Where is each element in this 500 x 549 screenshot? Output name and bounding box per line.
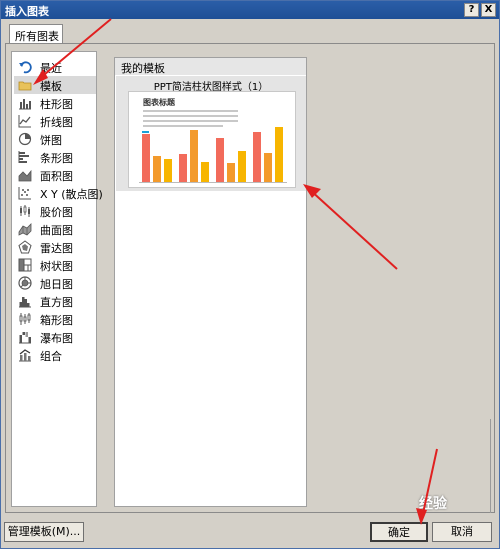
- close-button[interactable]: X: [481, 3, 496, 17]
- category-radar[interactable]: 雷达图: [14, 238, 96, 256]
- cancel-button[interactable]: 取消: [432, 522, 492, 542]
- template-preview-image: 图表标题: [139, 97, 287, 183]
- template-card[interactable]: PPT简洁柱状图样式（1） 图表标题: [116, 76, 306, 191]
- dialog-title: 插入图表: [5, 5, 49, 18]
- help-button[interactable]: ?: [464, 3, 479, 17]
- category-histogram[interactable]: 直方图: [14, 292, 96, 310]
- histogram-chart-icon: [19, 297, 31, 308]
- stock-chart-icon: [20, 205, 30, 217]
- preview-title: 图表标题: [143, 97, 176, 107]
- category-bar-label: 条形图: [40, 152, 73, 165]
- watermark-logo: 经验: [419, 496, 447, 512]
- category-pie-label: 饼图: [40, 134, 62, 147]
- tab-all-charts-label: 所有图表: [15, 30, 59, 43]
- my-templates-header: 我的模板: [115, 58, 306, 75]
- radar-chart-icon: [18, 240, 32, 254]
- category-treemap[interactable]: 树状图: [14, 256, 96, 274]
- treemap-chart-icon: [18, 258, 32, 272]
- category-column[interactable]: 柱形图: [14, 94, 96, 112]
- title-bar: 插入图表 ? X: [1, 1, 499, 19]
- scatter-chart-icon: [18, 187, 31, 200]
- folder-icon: [18, 81, 32, 91]
- category-templates[interactable]: 模板: [14, 76, 96, 94]
- category-sunburst-label: 旭日图: [40, 278, 73, 291]
- box-chart-icon: [19, 313, 31, 325]
- combo-chart-icon: [19, 349, 31, 362]
- category-surface[interactable]: 曲面图: [14, 220, 96, 238]
- surface-chart-icon: [18, 223, 32, 236]
- category-area-label: 面积图: [40, 170, 73, 183]
- template-gallery: 我的模板 PPT简洁柱状图样式（1） 图表标题: [114, 57, 307, 507]
- category-box-label: 箱形图: [40, 314, 73, 327]
- category-stock[interactable]: 股价图: [14, 202, 96, 220]
- category-pie[interactable]: 饼图: [14, 130, 96, 148]
- undo-icon: [19, 61, 32, 74]
- line-chart-icon: [18, 115, 31, 128]
- category-recent-label: 最近: [40, 62, 62, 75]
- my-templates-title: 我的模板: [121, 62, 165, 75]
- category-recent[interactable]: 最近: [14, 58, 96, 76]
- category-scatter[interactable]: X Y (散点图): [14, 184, 103, 202]
- category-bar[interactable]: 条形图: [14, 148, 96, 166]
- category-scatter-label: X Y (散点图): [40, 188, 103, 201]
- column-chart-icon: [19, 99, 31, 110]
- category-combo[interactable]: 组合: [14, 346, 96, 364]
- category-surface-label: 曲面图: [40, 224, 73, 237]
- category-templates-label: 模板: [40, 80, 62, 93]
- category-line-label: 折线图: [40, 116, 73, 129]
- manage-templates-button[interactable]: 管理模板(M)...: [4, 522, 84, 542]
- chart-category-list: 最近 模板 柱形图 折线图 饼图 条形图 面积图 X Y (散点图) 股价图 曲…: [11, 51, 103, 507]
- area-chart-icon: [18, 169, 32, 182]
- ok-button[interactable]: 确定: [370, 522, 428, 542]
- sunburst-chart-icon: [18, 276, 32, 290]
- category-sunburst[interactable]: 旭日图: [14, 274, 96, 292]
- category-waterfall[interactable]: 瀑布图: [14, 328, 96, 346]
- template-thumbnail[interactable]: 图表标题: [128, 91, 296, 188]
- category-treemap-label: 树状图: [40, 260, 73, 273]
- bar-chart-icon: [18, 151, 29, 163]
- category-area[interactable]: 面积图: [14, 166, 96, 184]
- category-stock-label: 股价图: [40, 206, 73, 219]
- pie-chart-icon: [18, 132, 32, 146]
- waterfall-chart-icon: [19, 332, 31, 344]
- category-line[interactable]: 折线图: [14, 112, 96, 130]
- category-combo-label: 组合: [40, 350, 62, 363]
- category-box[interactable]: 箱形图: [14, 310, 96, 328]
- category-histogram-label: 直方图: [40, 296, 73, 309]
- category-column-label: 柱形图: [40, 98, 73, 111]
- tab-all-charts[interactable]: 所有图表: [9, 24, 63, 44]
- category-radar-label: 雷达图: [40, 242, 73, 255]
- insert-chart-dialog: 插入图表 ? X 所有图表 最近 模板 柱形图 折线图 饼图 条形图 面积图 X…: [0, 0, 500, 549]
- category-waterfall-label: 瀑布图: [40, 332, 73, 345]
